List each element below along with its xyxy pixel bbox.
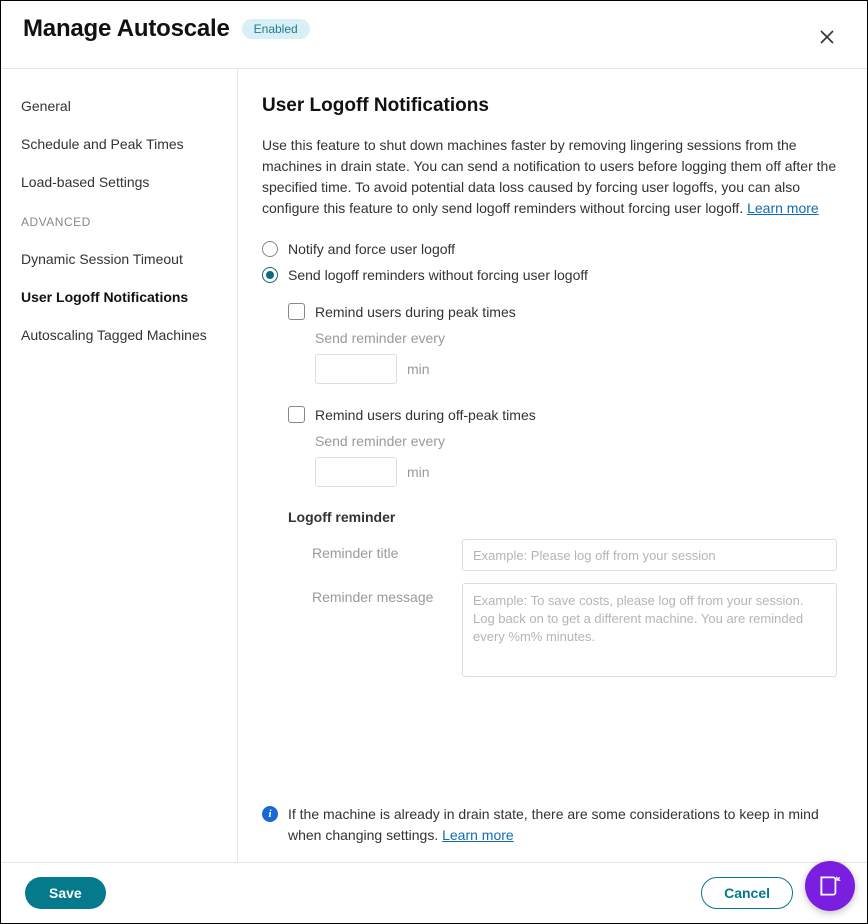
radio-notify-force[interactable]: Notify and force user logoff	[262, 241, 837, 257]
sidebar-item-autoscaling-tagged[interactable]: Autoscaling Tagged Machines	[21, 316, 237, 354]
radio-send-reminders[interactable]: Send logoff reminders without forcing us…	[262, 267, 837, 283]
offpeak-reminder-block: Remind users during off-peak times Send …	[288, 406, 837, 487]
offpeak-unit: min	[407, 464, 430, 480]
peak-unit: min	[407, 361, 430, 377]
peak-reminder-block: Remind users during peak times Send remi…	[288, 303, 837, 384]
peak-sublabel: Send reminder every	[315, 330, 837, 346]
sidebar-item-load-based[interactable]: Load-based Settings	[21, 163, 237, 201]
dialog-footer: Save Cancel	[1, 862, 867, 923]
reminder-message-input[interactable]	[462, 583, 837, 677]
help-docs-button[interactable]	[805, 861, 855, 911]
radio-icon	[262, 267, 278, 283]
info-banner: i If the machine is already in drain sta…	[262, 804, 837, 846]
learn-more-link[interactable]: Learn more	[747, 200, 819, 216]
radio-icon	[262, 241, 278, 257]
sidebar-section-advanced: ADVANCED	[21, 201, 237, 240]
sidebar-item-general[interactable]: General	[21, 87, 237, 125]
reminder-title-input[interactable]	[462, 539, 837, 571]
checkbox-icon	[288, 303, 305, 320]
save-button[interactable]: Save	[25, 877, 106, 909]
sidebar-item-schedule[interactable]: Schedule and Peak Times	[21, 125, 237, 163]
reminder-title-label: Reminder title	[312, 539, 462, 561]
help-docs-icon	[817, 873, 843, 899]
sidebar-item-dynamic-timeout[interactable]: Dynamic Session Timeout	[21, 240, 237, 278]
info-text: If the machine is already in drain state…	[288, 806, 819, 843]
sidebar-item-user-logoff[interactable]: User Logoff Notifications	[21, 278, 237, 316]
peak-minutes-input[interactable]	[315, 354, 397, 384]
offpeak-minutes-input[interactable]	[315, 457, 397, 487]
content-description: Use this feature to shut down machines f…	[262, 135, 837, 219]
info-icon: i	[262, 806, 278, 822]
checkbox-peak[interactable]: Remind users during peak times	[288, 303, 837, 320]
status-badge: Enabled	[242, 19, 310, 39]
logoff-mode-radio-group: Notify and force user logoff Send logoff…	[262, 241, 837, 283]
checkbox-offpeak[interactable]: Remind users during off-peak times	[288, 406, 837, 423]
radio-label: Notify and force user logoff	[288, 241, 455, 257]
page-title: Manage Autoscale	[23, 15, 230, 43]
close-button[interactable]	[811, 21, 843, 58]
checkbox-label: Remind users during peak times	[315, 304, 516, 320]
logoff-reminder-heading: Logoff reminder	[288, 509, 837, 525]
sidebar: General Schedule and Peak Times Load-bas…	[1, 69, 238, 862]
radio-label: Send logoff reminders without forcing us…	[288, 267, 588, 283]
checkbox-label: Remind users during off-peak times	[315, 407, 536, 423]
content-title: User Logoff Notifications	[262, 95, 837, 117]
checkbox-icon	[288, 406, 305, 423]
cancel-button[interactable]: Cancel	[701, 877, 793, 909]
close-icon	[817, 27, 837, 47]
offpeak-sublabel: Send reminder every	[315, 433, 837, 449]
dialog-header: Manage Autoscale Enabled	[1, 1, 867, 68]
reminder-message-label: Reminder message	[312, 583, 462, 605]
info-learn-more-link[interactable]: Learn more	[442, 827, 514, 843]
content-panel: User Logoff Notifications Use this featu…	[238, 69, 867, 862]
